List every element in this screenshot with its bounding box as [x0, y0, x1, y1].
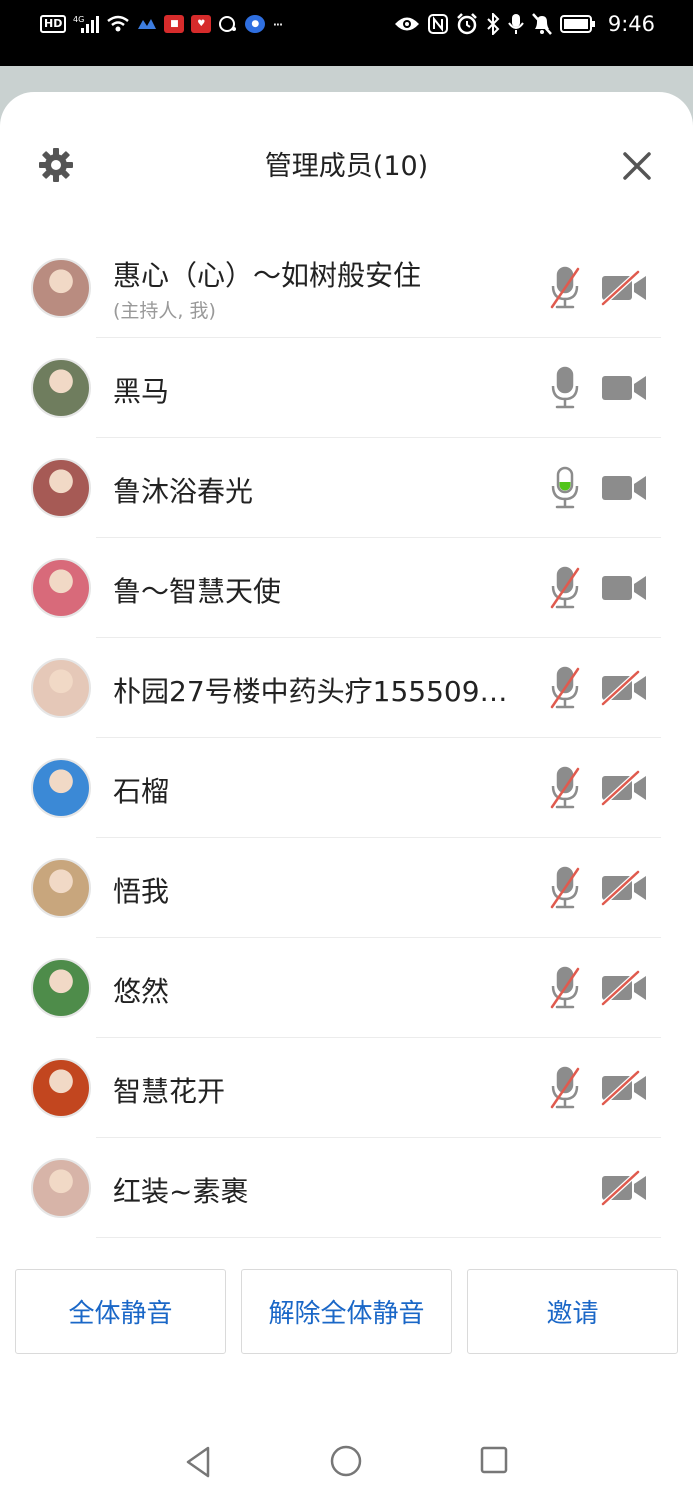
hd-icon: HD [40, 15, 67, 33]
member-row[interactable]: 鲁～智慧天使 [0, 538, 693, 638]
mic-muted-icon[interactable] [548, 566, 582, 610]
camera-off-icon[interactable] [600, 1070, 648, 1106]
camera-off-icon[interactable] [600, 270, 648, 306]
unmute-all-button[interactable]: 解除全体静音 [241, 1269, 452, 1354]
eye-icon [394, 17, 419, 31]
member-list: 惠心（心）～如树般安住 (主持人, 我) 黑马鲁沐浴春光鲁～智慧天使朴园27号楼中药… [0, 238, 693, 1238]
member-row[interactable]: 悟我 [0, 838, 693, 938]
member-row[interactable]: 黑马 [0, 338, 693, 438]
status-left-icons: HD 4G ■ ♥ ● ··· [40, 10, 284, 38]
member-row[interactable]: 惠心（心）～如树般安住 (主持人, 我) [0, 238, 693, 338]
svg-text:4G: 4G [73, 15, 84, 24]
microphone-icon [508, 14, 524, 34]
camera-icon[interactable] [600, 570, 648, 606]
status-right-icons: 9:46 [394, 10, 655, 38]
bluetooth-icon [487, 13, 500, 35]
avatar [31, 258, 91, 318]
member-name: 鲁～智慧天使 [113, 575, 282, 608]
member-role: (主持人, 我) [113, 300, 216, 322]
app-icon [219, 16, 237, 32]
recent-square-icon[interactable] [479, 1445, 509, 1475]
page-title: 管理成员(10) [264, 151, 429, 182]
mic-muted-icon[interactable] [548, 966, 582, 1010]
microphone-icon[interactable] [548, 466, 582, 510]
action-buttons: 全体静音 解除全体静音 邀请 [15, 1269, 678, 1355]
member-name: 朴园27号楼中药头疗155509… [113, 675, 508, 708]
member-row[interactable]: 石榴 [0, 738, 693, 838]
home-circle-icon[interactable] [329, 1444, 363, 1478]
member-name: 智慧花开 [113, 1075, 226, 1108]
system-nav-bar [0, 1432, 693, 1500]
member-name: 惠心（心）～如树般安住 [113, 259, 422, 292]
microphone-icon[interactable] [548, 366, 582, 410]
avatar [31, 958, 91, 1018]
avatar [31, 858, 91, 918]
back-triangle-icon[interactable] [182, 1444, 214, 1480]
member-name: 黑马 [113, 375, 170, 408]
member-row[interactable]: 悠然 [0, 938, 693, 1038]
avatar [31, 1058, 91, 1118]
alarm-icon [456, 13, 477, 35]
close-icon[interactable] [620, 149, 654, 183]
member-name: 悟我 [113, 875, 170, 908]
camera-off-icon[interactable] [600, 870, 648, 906]
avatar [31, 1158, 91, 1218]
camera-off-icon[interactable] [600, 670, 648, 706]
avatar [31, 558, 91, 618]
avatar [31, 658, 91, 718]
member-name: 石榴 [113, 775, 170, 808]
camera-icon[interactable] [600, 370, 648, 406]
signal-4g-icon: 4G [73, 15, 100, 33]
camera-off-icon[interactable] [600, 970, 648, 1006]
mic-muted-icon[interactable] [548, 266, 582, 310]
status-bar: HD 4G ■ ♥ ● ··· 9:46 [0, 0, 693, 66]
camera-off-icon[interactable] [600, 770, 648, 806]
member-row[interactable]: 鲁沐浴春光 [0, 438, 693, 538]
sheet-header: 管理成员(10) [0, 92, 693, 242]
app-icon: ♥ [191, 15, 212, 33]
wifi-icon [107, 15, 130, 32]
more-icon: ··· [272, 14, 283, 34]
mic-muted-icon[interactable] [548, 666, 582, 710]
nfc-icon [427, 14, 448, 34]
battery-icon [559, 15, 595, 33]
clock-time: 9:46 [607, 12, 655, 36]
member-row[interactable]: 智慧花开 [0, 1038, 693, 1138]
avatar [31, 358, 91, 418]
row-divider [96, 1237, 661, 1238]
app-icon [138, 19, 157, 29]
member-row[interactable]: 朴园27号楼中药头疗155509… [0, 638, 693, 738]
mic-muted-icon[interactable] [548, 766, 582, 810]
app-icon: ● [245, 15, 266, 33]
avatar [31, 758, 91, 818]
app-icon: ■ [164, 15, 185, 33]
invite-button[interactable]: 邀请 [467, 1269, 678, 1354]
member-row[interactable]: 红装~素裹 [0, 1138, 693, 1238]
member-name: 红装~素裹 [113, 1175, 249, 1208]
member-name: 悠然 [113, 975, 170, 1008]
bell-off-icon [531, 13, 552, 35]
member-name: 鲁沐浴春光 [113, 475, 254, 508]
avatar [31, 458, 91, 518]
camera-icon[interactable] [600, 470, 648, 506]
mute-all-button[interactable]: 全体静音 [15, 1269, 226, 1354]
mic-muted-icon[interactable] [548, 866, 582, 910]
camera-off-icon[interactable] [600, 1170, 648, 1206]
mic-muted-icon[interactable] [548, 1066, 582, 1110]
manage-members-sheet: 管理成员(10) 惠心（心）～如树般安住 (主持人, 我) 黑马鲁沐浴春光鲁～智慧天… [0, 92, 693, 1500]
